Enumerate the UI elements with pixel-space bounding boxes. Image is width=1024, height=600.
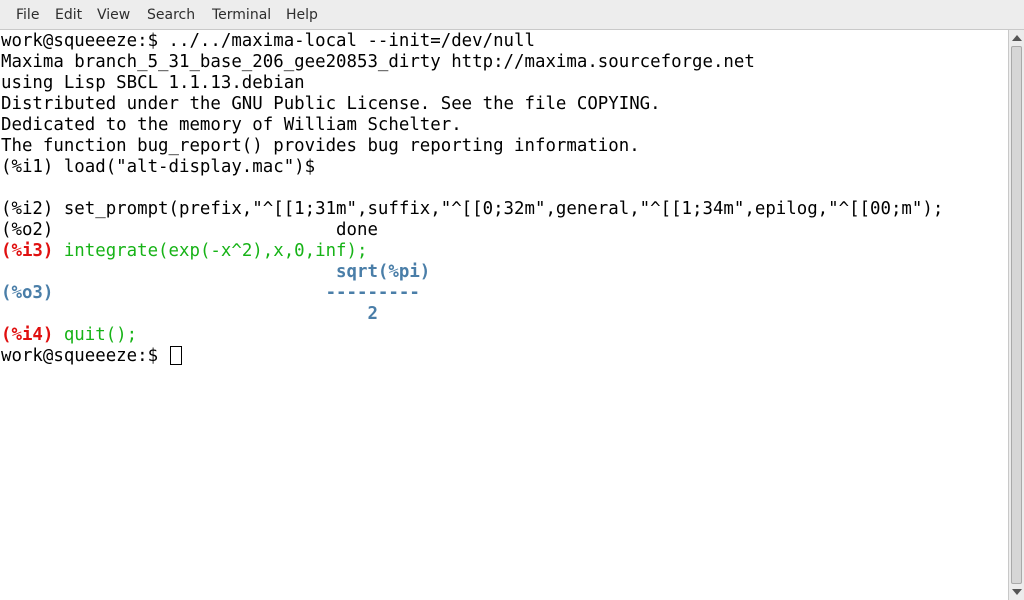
output-denominator: 2	[1, 304, 378, 324]
menu-edit[interactable]: Edit	[55, 6, 82, 24]
output-fraction-bar: ---------	[53, 283, 420, 303]
scroll-up-arrow-icon[interactable]	[1012, 35, 1022, 41]
input-prompt-label: (%i4)	[1, 325, 54, 345]
terminal-line: (%i2) set_prompt(prefix,"^[[1;31m",suffi…	[1, 199, 944, 219]
input-prompt-label: (%i3)	[1, 241, 54, 261]
input-expression: quit();	[53, 325, 138, 345]
output-numerator: sqrt(%pi)	[1, 262, 431, 282]
terminal-line-i3: (%i3) integrate(exp(-x^2),x,0,inf);	[1, 241, 367, 262]
terminal-line: (%o2) done	[1, 220, 378, 240]
terminal-line: Distributed under the GNU Public License…	[1, 94, 661, 114]
menu-help[interactable]: Help	[286, 6, 318, 24]
terminal-line-i4: (%i4) quit();	[1, 325, 137, 346]
terminal-line: using Lisp SBCL 1.1.13.debian	[1, 73, 305, 93]
menu-terminal[interactable]: Terminal	[212, 6, 271, 24]
output-label: (%o3)	[1, 283, 54, 303]
shell-prompt: work@squeeeze:$	[1, 346, 169, 366]
terminal-line: The function bug_report() provides bug r…	[1, 136, 640, 156]
terminal-line: (%i1) load("alt-display.mac")$	[1, 157, 316, 177]
scrollbar-thumb[interactable]	[1011, 46, 1022, 584]
terminal-line: Maxima branch_5_31_base_206_gee20853_dir…	[1, 52, 755, 72]
terminal-area[interactable]: work@squeeeze:$ ../../maxima-local --ini…	[0, 30, 1008, 600]
menu-file[interactable]: File	[16, 6, 39, 24]
terminal-line-o3: (%o3) ---------	[1, 283, 420, 304]
input-expression: integrate(exp(-x^2),x,0,inf);	[53, 241, 368, 261]
terminal-line: Dedicated to the memory of William Schel…	[1, 115, 462, 135]
menu-bar: File Edit View Search Terminal Help	[0, 0, 1024, 30]
menu-search[interactable]: Search	[147, 6, 195, 24]
terminal-line: work@squeeeze:$ ../../maxima-local --ini…	[1, 31, 535, 51]
text-cursor[interactable]	[169, 346, 182, 365]
terminal-line-prompt: work@squeeeze:$	[1, 346, 182, 367]
scroll-down-arrow-icon[interactable]	[1012, 589, 1022, 595]
vertical-scrollbar[interactable]	[1008, 30, 1024, 600]
menu-view[interactable]: View	[97, 6, 130, 24]
